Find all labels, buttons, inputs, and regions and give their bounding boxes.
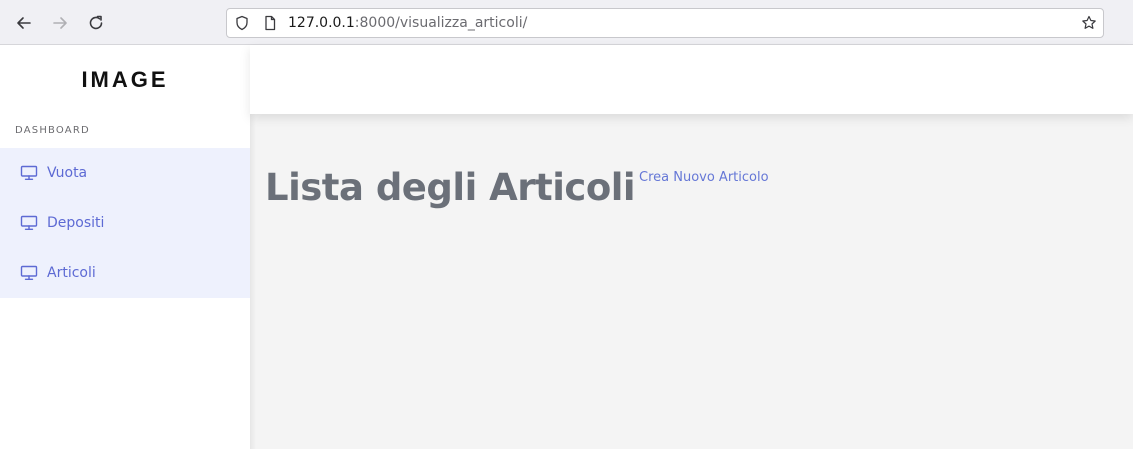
url-path: :8000/visualizza_articoli/ [354, 15, 528, 31]
url-text[interactable]: 127.0.0.1:8000/visualizza_articoli/ [288, 15, 527, 31]
monitor-icon [20, 215, 38, 231]
arrow-right-icon [53, 17, 67, 29]
reload-icon [89, 15, 103, 30]
sidebar-item-articoli[interactable]: Articoli [0, 248, 250, 298]
sidebar: IMAGE DASHBOARD Vuota Depositi Articoli [0, 45, 250, 449]
sidebar-item-depositi[interactable]: Depositi [0, 198, 250, 248]
forward-button[interactable] [49, 12, 71, 34]
back-button[interactable] [13, 12, 35, 34]
url-host: 127.0.0.1 [288, 15, 355, 31]
shield-icon[interactable] [234, 15, 250, 31]
arrow-left-icon [17, 17, 31, 29]
sidebar-item-label: Depositi [47, 215, 105, 231]
monitor-icon [20, 165, 38, 181]
reload-button[interactable] [85, 12, 107, 34]
content-shadow [250, 114, 256, 449]
top-navbar [250, 45, 1133, 114]
address-bar[interactable]: 127.0.0.1:8000/visualizza_articoli/ [226, 8, 1104, 38]
sidebar-section-label: DASHBOARD [15, 125, 90, 136]
create-article-link[interactable]: Crea Nuovo Articolo [639, 170, 769, 185]
sidebar-item-vuota[interactable]: Vuota [0, 148, 250, 198]
sidebar-menu: Vuota Depositi Articoli [0, 148, 250, 298]
star-icon[interactable] [1081, 15, 1097, 31]
sidebar-item-label: Vuota [47, 165, 88, 181]
page-title: Lista degli Articoli [265, 166, 636, 209]
browser-toolbar: 127.0.0.1:8000/visualizza_articoli/ [0, 0, 1133, 45]
sidebar-item-label: Articoli [47, 265, 96, 281]
monitor-icon [20, 265, 38, 281]
page-icon[interactable] [262, 15, 278, 31]
brand-logo[interactable]: IMAGE [0, 45, 250, 115]
